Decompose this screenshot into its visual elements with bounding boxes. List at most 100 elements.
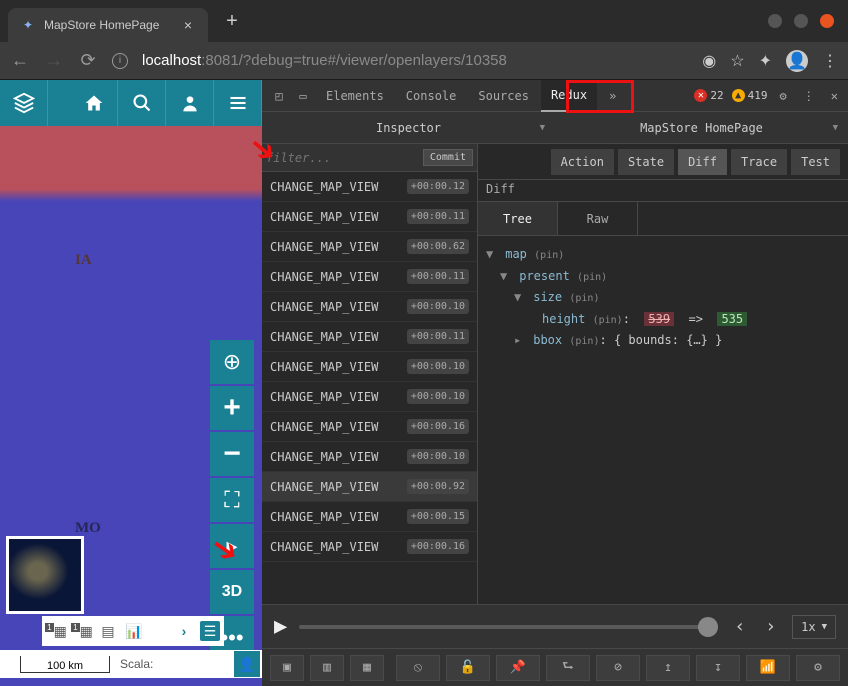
dock-pause-icon[interactable]: ⦸ xyxy=(396,655,440,681)
search-button[interactable] xyxy=(118,80,166,126)
action-row[interactable]: CHANGE_MAP_VIEW+00:00.15 xyxy=(262,502,477,532)
layers-button[interactable] xyxy=(0,80,48,126)
action-row[interactable]: CHANGE_MAP_VIEW+00:00.10 xyxy=(262,442,477,472)
chevron-right-icon[interactable]: › xyxy=(174,621,194,641)
pin-label: (pin) xyxy=(569,336,599,347)
action-row[interactable]: CHANGE_MAP_VIEW+00:00.10 xyxy=(262,382,477,412)
map-viewport[interactable]: IA MO ⊕ + − ⛶ ▸ 3D ••• 1▦ 1▦ ▤ 📊 › ☰ xyxy=(0,80,262,686)
action-list[interactable]: CHANGE_MAP_VIEW+00:00.12CHANGE_MAP_VIEW+… xyxy=(262,172,477,604)
gear-icon[interactable]: ⚙ xyxy=(776,89,791,103)
grid1-icon[interactable]: 1▦ xyxy=(46,621,66,641)
mode-test[interactable]: Test xyxy=(791,149,840,175)
dock-import-icon[interactable]: ↥ xyxy=(646,655,690,681)
close-icon[interactable]: × xyxy=(180,17,196,33)
dock-dispatch-icon[interactable]: ⮑ xyxy=(546,655,590,681)
maximize-button[interactable] xyxy=(794,14,808,28)
inspect-element-icon[interactable]: ◰ xyxy=(268,85,290,107)
step-back-button[interactable]: ‹ xyxy=(730,616,749,637)
filter-input[interactable] xyxy=(266,151,419,165)
site-info-icon[interactable]: i xyxy=(112,53,128,69)
back-button[interactable]: ← xyxy=(10,50,30,71)
kebab-icon[interactable]: ⋮ xyxy=(799,89,819,103)
time-slider[interactable] xyxy=(299,625,718,629)
error-count[interactable]: ✕22 xyxy=(694,89,723,102)
chart1-icon[interactable]: ▤ xyxy=(98,621,118,641)
tab-elements[interactable]: Elements xyxy=(316,81,394,111)
diff-tree[interactable]: ▼ map (pin) ▼ present (pin) ▼ size (pin)… xyxy=(478,236,848,360)
reload-button[interactable]: ⟳ xyxy=(78,50,98,71)
mode-diff[interactable]: Diff xyxy=(678,149,727,175)
profile-icon[interactable]: 👤 xyxy=(786,50,808,72)
action-row[interactable]: CHANGE_MAP_VIEW+00:00.11 xyxy=(262,202,477,232)
dock-layout2-icon[interactable]: ▥ xyxy=(310,655,344,681)
view-tree[interactable]: Tree xyxy=(478,202,558,235)
burger-menu-button[interactable] xyxy=(214,80,262,126)
warning-count[interactable]: ▲419 xyxy=(732,89,768,102)
3d-button[interactable]: 3D xyxy=(210,570,254,614)
dock-slider-icon[interactable]: ⊘ xyxy=(596,655,640,681)
action-row[interactable]: CHANGE_MAP_VIEW+00:00.11 xyxy=(262,322,477,352)
list-icon[interactable]: ☰ xyxy=(200,621,220,641)
action-row[interactable]: CHANGE_MAP_VIEW+00:00.16 xyxy=(262,412,477,442)
dock-layout3-icon[interactable]: ▦ xyxy=(350,655,384,681)
chart2-icon[interactable]: 📊 xyxy=(124,621,144,641)
action-player: ▶ ‹ › 1x▼ xyxy=(262,604,848,648)
scale-label: Scala: xyxy=(120,657,153,671)
user-button[interactable] xyxy=(166,80,214,126)
instance-dropdown[interactable]: MapStore HomePage▼ xyxy=(555,112,848,143)
mode-state[interactable]: State xyxy=(618,149,674,175)
locate-button[interactable]: ⊕ xyxy=(210,340,254,384)
speed-dropdown[interactable]: 1x▼ xyxy=(792,615,836,639)
action-name: CHANGE_MAP_VIEW xyxy=(270,270,399,284)
dock-persist-icon[interactable]: 📌 xyxy=(496,655,540,681)
extensions-icon[interactable]: ✦ xyxy=(759,51,772,71)
dock-settings-icon[interactable]: ⚙ xyxy=(796,655,840,681)
forward-button[interactable]: → xyxy=(44,50,64,71)
mode-action[interactable]: Action xyxy=(551,149,614,175)
map-label-mo: MO xyxy=(75,520,101,537)
inspector-label: Inspector xyxy=(376,121,441,135)
minimize-button[interactable] xyxy=(768,14,782,28)
url-text[interactable]: localhost:8081/?debug=true#/viewer/openl… xyxy=(142,52,507,69)
zoom-out-button[interactable]: − xyxy=(210,432,254,476)
overview-map[interactable] xyxy=(6,536,84,614)
browser-tab[interactable]: ✦ MapStore HomePage × xyxy=(8,8,208,42)
grid2-icon[interactable]: 1▦ xyxy=(72,621,92,641)
dock-export-icon[interactable]: ↧ xyxy=(696,655,740,681)
action-row[interactable]: CHANGE_MAP_VIEW+00:00.16 xyxy=(262,532,477,562)
zoom-in-button[interactable]: + xyxy=(210,386,254,430)
action-row[interactable]: CHANGE_MAP_VIEW+00:00.11 xyxy=(262,262,477,292)
action-row[interactable]: CHANGE_MAP_VIEW+00:00.12 xyxy=(262,172,477,202)
view-raw[interactable]: Raw xyxy=(558,202,638,235)
dock-lock-icon[interactable]: 🔓 xyxy=(446,655,490,681)
tab-more[interactable]: » xyxy=(599,81,626,111)
eye-icon[interactable]: ◉ xyxy=(702,51,716,71)
commit-button[interactable]: Commit xyxy=(423,149,473,166)
action-row[interactable]: CHANGE_MAP_VIEW+00:00.92 xyxy=(262,472,477,502)
scale-user-icon[interactable]: 👤 xyxy=(234,651,260,677)
slider-knob[interactable] xyxy=(698,617,718,637)
play-button[interactable]: ▶ xyxy=(274,614,287,639)
action-time: +00:00.62 xyxy=(407,239,469,254)
dock-layout1-icon[interactable]: ▣ xyxy=(270,655,304,681)
action-row[interactable]: CHANGE_MAP_VIEW+00:00.62 xyxy=(262,232,477,262)
dock-remote-icon[interactable]: 📶 xyxy=(746,655,790,681)
inspector-dropdown[interactable]: Inspector▼ xyxy=(262,112,555,143)
action-row[interactable]: CHANGE_MAP_VIEW+00:00.10 xyxy=(262,352,477,382)
mode-trace[interactable]: Trace xyxy=(731,149,787,175)
tab-redux[interactable]: Redux xyxy=(541,80,597,112)
fullscreen-button[interactable]: ⛶ xyxy=(210,478,254,522)
star-icon[interactable]: ☆ xyxy=(730,51,744,71)
extent-button[interactable]: ▸ xyxy=(210,524,254,568)
new-tab-button[interactable]: + xyxy=(218,10,246,33)
action-row[interactable]: CHANGE_MAP_VIEW+00:00.10 xyxy=(262,292,477,322)
tab-sources[interactable]: Sources xyxy=(468,81,539,111)
device-toggle-icon[interactable]: ▭ xyxy=(292,85,314,107)
close-devtools-icon[interactable]: ✕ xyxy=(827,89,842,103)
tab-console[interactable]: Console xyxy=(396,81,467,111)
close-window-button[interactable] xyxy=(820,14,834,28)
step-forward-button[interactable]: › xyxy=(761,616,780,637)
home-button[interactable] xyxy=(70,80,118,126)
url-bar: ← → ⟳ i localhost:8081/?debug=true#/view… xyxy=(0,42,848,80)
menu-icon[interactable]: ⋮ xyxy=(822,51,838,71)
